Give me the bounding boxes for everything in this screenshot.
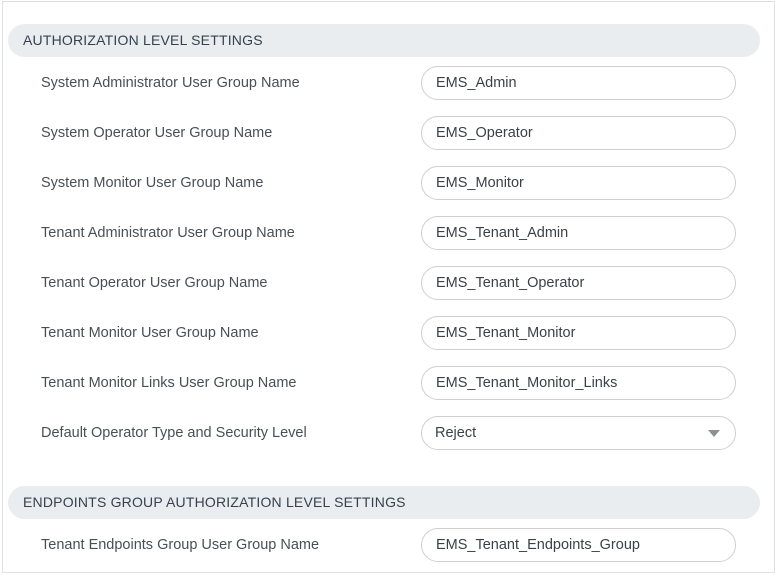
field-label: Tenant Monitor Links User Group Name [41, 375, 297, 391]
form-row: Tenant Monitor User Group Name [3, 316, 774, 350]
field-label: Default Operator Type and Security Level [41, 425, 307, 441]
form-row: Default Operator Type and Security Level… [3, 416, 774, 450]
chevron-down-icon[interactable] [708, 430, 720, 437]
text-input[interactable] [421, 316, 736, 350]
section-header-title: ENDPOINTS GROUP AUTHORIZATION LEVEL SETT… [23, 494, 406, 510]
text-input[interactable] [421, 528, 736, 562]
section-header-title: AUTHORIZATION LEVEL SETTINGS [23, 32, 263, 48]
form-row: Tenant Operator User Group Name [3, 266, 774, 300]
form-row: Tenant Endpoints Group User Group Name [3, 528, 774, 562]
text-input[interactable] [421, 116, 736, 150]
form-row: System Operator User Group Name [3, 116, 774, 150]
section-header: AUTHORIZATION LEVEL SETTINGS [8, 24, 760, 57]
text-input[interactable] [421, 266, 736, 300]
section-header: ENDPOINTS GROUP AUTHORIZATION LEVEL SETT… [8, 486, 760, 519]
default-operator-type-select[interactable]: Reject [421, 416, 736, 450]
field-label: Tenant Administrator User Group Name [41, 225, 295, 241]
settings-form: AUTHORIZATION LEVEL SETTINGS System Admin… [3, 2, 774, 572]
text-input[interactable] [421, 366, 736, 400]
form-row: System Administrator User Group Name [3, 66, 774, 100]
form-row: Tenant Administrator User Group Name [3, 216, 774, 250]
field-label: Tenant Monitor User Group Name [41, 325, 259, 341]
settings-panel: AUTHORIZATION LEVEL SETTINGS System Admin… [2, 1, 775, 573]
text-input[interactable] [421, 66, 736, 100]
text-input[interactable] [421, 216, 736, 250]
field-label: System Administrator User Group Name [41, 75, 300, 91]
select-value: Reject [435, 425, 477, 441]
text-input[interactable] [421, 166, 736, 200]
field-label: Tenant Operator User Group Name [41, 275, 268, 291]
form-row: System Monitor User Group Name [3, 166, 774, 200]
field-label: Tenant Endpoints Group User Group Name [41, 537, 320, 553]
form-row: Tenant Monitor Links User Group Name [3, 366, 774, 400]
field-label: System Operator User Group Name [41, 125, 273, 141]
field-label: System Monitor User Group Name [41, 175, 264, 191]
